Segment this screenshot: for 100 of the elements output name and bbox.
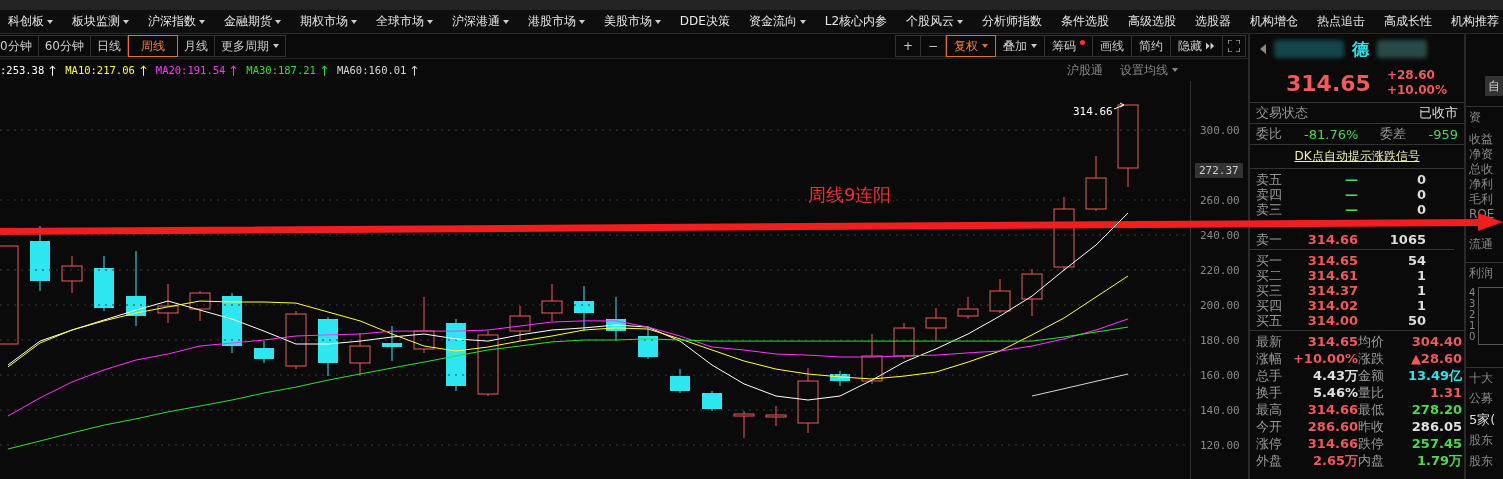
- order-level: 买五: [1256, 313, 1283, 328]
- menu-item[interactable]: 热点追击: [1316, 13, 1365, 30]
- menu-item[interactable]: 沪深港通: [451, 13, 509, 30]
- toolbar-button[interactable]: 复权: [946, 35, 996, 57]
- menu-item[interactable]: 选股器: [1194, 13, 1231, 30]
- fullscreen-button[interactable]: [1223, 35, 1246, 57]
- candle: [318, 316, 338, 377]
- caret-icon: [799, 19, 806, 24]
- caret-icon: [982, 44, 988, 48]
- candle: [989, 278, 1011, 314]
- order-level: 卖一: [1256, 232, 1283, 247]
- last-price: 314.65: [1286, 70, 1371, 96]
- toolbar-button[interactable]: 简约: [1132, 35, 1171, 57]
- candle: [1085, 155, 1107, 212]
- side-button[interactable]: 自: [1485, 76, 1503, 96]
- period-tab[interactable]: 60分钟: [38, 35, 91, 57]
- candle: [382, 325, 402, 362]
- menu-item[interactable]: 港股市场: [527, 13, 585, 30]
- menu-item[interactable]: 期权市场: [299, 13, 357, 30]
- axis-label: 1: [1469, 320, 1476, 331]
- period-tab[interactable]: 日线: [90, 35, 128, 57]
- order-price: 314.00: [1306, 313, 1358, 328]
- toolbar-button[interactable]: 画线: [1093, 35, 1132, 57]
- moving-average-value: MA60:160.01: [336, 64, 407, 76]
- candle: [189, 290, 211, 322]
- candle: [541, 283, 563, 322]
- moving-average-value: MA10:217.06: [65, 64, 135, 76]
- back-arrow-icon[interactable]: [1260, 44, 1266, 54]
- chart-option-link[interactable]: 设置均线: [1120, 61, 1178, 79]
- order-price: 314.37: [1306, 283, 1358, 298]
- menu-item[interactable]: 分析师指数: [982, 13, 1042, 30]
- candle: [94, 255, 114, 312]
- section-title: 利润: [1469, 264, 1493, 282]
- toolbar-button[interactable]: 叠加: [996, 35, 1045, 57]
- period-tab[interactable]: 周线: [127, 35, 178, 57]
- toolbar-button[interactable]: 隐藏: [1171, 35, 1223, 57]
- candle: [638, 325, 658, 360]
- toolbar-button[interactable]: 筹码: [1045, 35, 1093, 57]
- candle: [925, 307, 947, 342]
- caret-icon: [1031, 44, 1037, 48]
- order-level: 卖三: [1256, 202, 1283, 217]
- toolbar-button[interactable]: +: [894, 35, 921, 57]
- menu-item[interactable]: DDE决策: [679, 13, 730, 30]
- menu-item[interactable]: 板块监测: [71, 13, 129, 30]
- menu-item[interactable]: 沪深指数: [147, 13, 205, 30]
- menu-item[interactable]: 全球市场: [375, 13, 433, 30]
- signal-link[interactable]: DK点自动提示涨跌信号: [1294, 148, 1420, 165]
- menu-item[interactable]: 高级选股: [1127, 13, 1176, 30]
- menu-item[interactable]: 条件选股: [1060, 13, 1109, 30]
- order-price: —: [1344, 187, 1358, 202]
- caret-icon: [502, 19, 509, 24]
- panel-header: 资: [1469, 108, 1481, 126]
- candle: [413, 296, 435, 354]
- axis-label: 300.00: [1200, 124, 1240, 137]
- candle: [957, 296, 979, 320]
- axis-label: 120.00: [1200, 439, 1240, 452]
- chart-option-link[interactable]: 沪股通: [1067, 61, 1103, 79]
- order-level: 买三: [1256, 283, 1283, 298]
- period-tab[interactable]: 更多周期: [214, 35, 286, 57]
- stat-value: 5.46%: [1311, 384, 1358, 401]
- period-tab[interactable]: 月线: [177, 35, 215, 57]
- caret-icon: [47, 19, 53, 24]
- axis-label: 220.00: [1200, 264, 1240, 277]
- menu-item[interactable]: 机构推荐: [1450, 13, 1499, 30]
- axis-label: 3: [1469, 298, 1476, 309]
- menu-item[interactable]: 高成长性: [1383, 13, 1432, 30]
- order-volume: 54: [1406, 253, 1426, 268]
- stat-value: 13.49亿: [1406, 367, 1462, 384]
- menu-item[interactable]: 资金流向: [748, 13, 806, 30]
- toolbar-button[interactable]: −: [920, 35, 946, 57]
- stat-value: 314.66: [1306, 435, 1358, 452]
- stat-value: 286.05: [1410, 418, 1462, 435]
- stat-label: 涨幅: [1256, 350, 1283, 367]
- order-volume: 1: [1415, 298, 1426, 313]
- fullscreen-icon: [1228, 40, 1240, 52]
- order-level: 买四: [1256, 298, 1283, 313]
- menu-item[interactable]: 科创板: [8, 13, 53, 30]
- stat-label: 最高: [1256, 401, 1283, 418]
- candle: [702, 390, 722, 412]
- double-chevron-icon: [1206, 42, 1215, 50]
- order-price: 314.66: [1306, 232, 1358, 247]
- stat-label: 昨收: [1358, 418, 1385, 435]
- stat-value: 304.40: [1410, 333, 1462, 350]
- menu-item[interactable]: 个股风云: [906, 13, 963, 30]
- pointer-line: [1113, 102, 1125, 110]
- axis-label: 160.00: [1200, 369, 1240, 382]
- moving-average-value: :253.38: [0, 64, 45, 76]
- order-volume: 1065: [1388, 232, 1426, 247]
- period-tab[interactable]: 0分钟: [0, 35, 39, 57]
- menu-item[interactable]: 金融期货: [223, 13, 281, 30]
- candle: [797, 367, 819, 434]
- menu-item[interactable]: 机构增仓: [1249, 13, 1298, 30]
- axis-label: 200.00: [1200, 299, 1240, 312]
- stat-value: 286.60: [1306, 418, 1358, 435]
- stat-label: 量比: [1358, 384, 1385, 401]
- menu-item[interactable]: L2核心内参: [824, 13, 888, 30]
- candle: [349, 332, 371, 377]
- caret-icon: [957, 19, 963, 24]
- stat-value: 1.31: [1428, 384, 1462, 401]
- menu-item[interactable]: 美股市场: [603, 13, 661, 30]
